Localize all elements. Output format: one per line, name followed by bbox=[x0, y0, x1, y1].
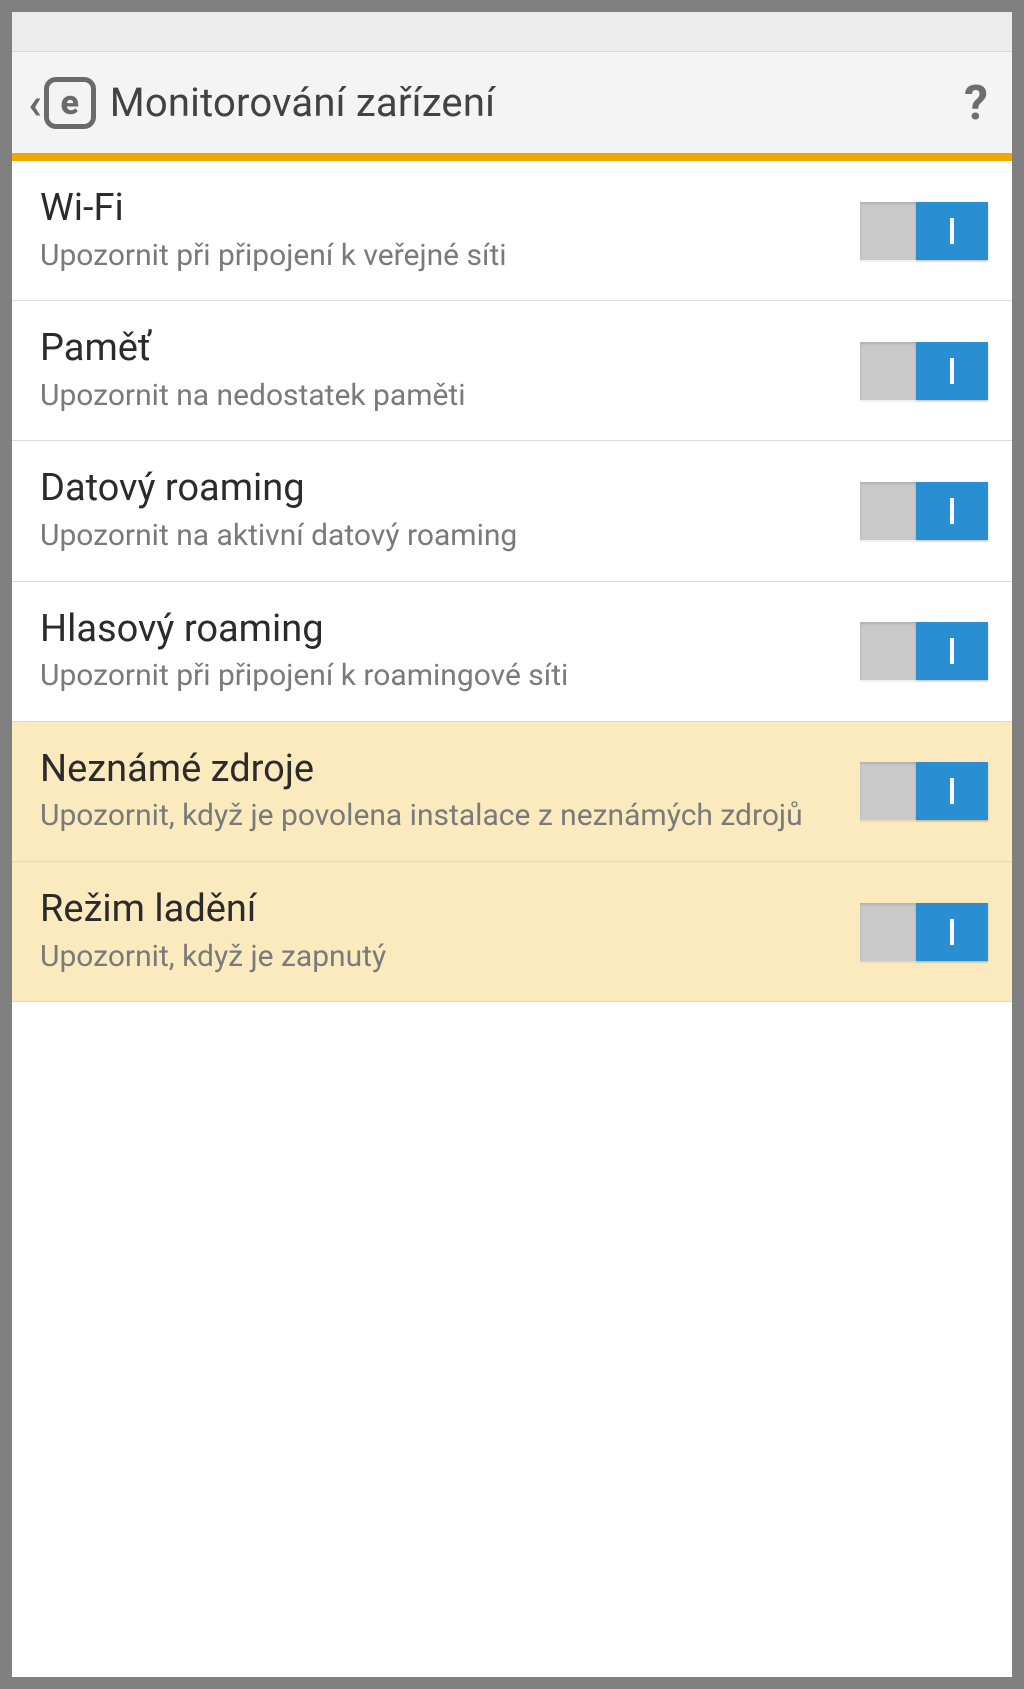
toggle-unknown-sources[interactable] bbox=[860, 762, 988, 820]
chevron-left-icon: ‹ bbox=[28, 81, 42, 125]
setting-row-data-roaming[interactable]: Datový roaming Upozornit na aktivní datov… bbox=[12, 441, 1012, 581]
setting-row-wifi[interactable]: Wi-Fi Upozornit při připojení k veřejné s… bbox=[12, 161, 1012, 301]
toggle-memory[interactable] bbox=[860, 342, 988, 400]
setting-subtitle: Upozornit při připojení k roamingové sít… bbox=[40, 657, 844, 695]
app-window: ‹ e Monitorování zařízení ? Wi-Fi Upozorn… bbox=[12, 12, 1012, 1677]
setting-title: Paměť bbox=[40, 327, 844, 371]
setting-subtitle: Upozornit, když je zapnutý bbox=[40, 938, 844, 976]
setting-text: Datový roaming Upozornit na aktivní datov… bbox=[40, 467, 860, 554]
setting-text: Neznámé zdroje Upozornit, když je povolen… bbox=[40, 748, 860, 835]
page-title: Monitorování zařízení bbox=[110, 79, 964, 126]
toggle-knob-icon bbox=[916, 622, 988, 680]
setting-title: Neznámé zdroje bbox=[40, 748, 844, 792]
setting-text: Hlasový roaming Upozornit při připojení k… bbox=[40, 608, 860, 695]
status-bar bbox=[12, 12, 1012, 52]
setting-title: Datový roaming bbox=[40, 467, 844, 511]
setting-subtitle: Upozornit na aktivní datový roaming bbox=[40, 517, 844, 555]
settings-list: Wi-Fi Upozornit při připojení k veřejné s… bbox=[12, 161, 1012, 1677]
eset-logo-icon: e bbox=[44, 77, 96, 129]
toggle-data-roaming[interactable] bbox=[860, 482, 988, 540]
setting-row-unknown-sources[interactable]: Neznámé zdroje Upozornit, když je povolen… bbox=[12, 722, 1012, 862]
toggle-knob-icon bbox=[916, 202, 988, 260]
setting-text: Paměť Upozornit na nedostatek paměti bbox=[40, 327, 860, 414]
toggle-debug-mode[interactable] bbox=[860, 903, 988, 961]
back-button[interactable]: ‹ e bbox=[28, 77, 96, 129]
setting-row-voice-roaming[interactable]: Hlasový roaming Upozornit při připojení k… bbox=[12, 582, 1012, 722]
setting-title: Režim ladění bbox=[40, 888, 844, 932]
setting-title: Hlasový roaming bbox=[40, 608, 844, 652]
setting-row-debug-mode[interactable]: Režim ladění Upozornit, když je zapnutý bbox=[12, 862, 1012, 1002]
setting-subtitle: Upozornit, když je povolena instalace z … bbox=[40, 797, 844, 835]
toggle-voice-roaming[interactable] bbox=[860, 622, 988, 680]
setting-row-memory[interactable]: Paměť Upozornit na nedostatek paměti bbox=[12, 301, 1012, 441]
setting-text: Wi-Fi Upozornit při připojení k veřejné s… bbox=[40, 187, 860, 274]
toggle-knob-icon bbox=[916, 762, 988, 820]
app-header: ‹ e Monitorování zařízení ? bbox=[12, 52, 1012, 161]
toggle-knob-icon bbox=[916, 342, 988, 400]
toggle-knob-icon bbox=[916, 482, 988, 540]
help-button[interactable]: ? bbox=[964, 74, 988, 131]
setting-subtitle: Upozornit na nedostatek paměti bbox=[40, 377, 844, 415]
toggle-wifi[interactable] bbox=[860, 202, 988, 260]
setting-title: Wi-Fi bbox=[40, 187, 844, 231]
toggle-knob-icon bbox=[916, 903, 988, 961]
setting-text: Režim ladění Upozornit, když je zapnutý bbox=[40, 888, 860, 975]
setting-subtitle: Upozornit při připojení k veřejné síti bbox=[40, 237, 844, 275]
